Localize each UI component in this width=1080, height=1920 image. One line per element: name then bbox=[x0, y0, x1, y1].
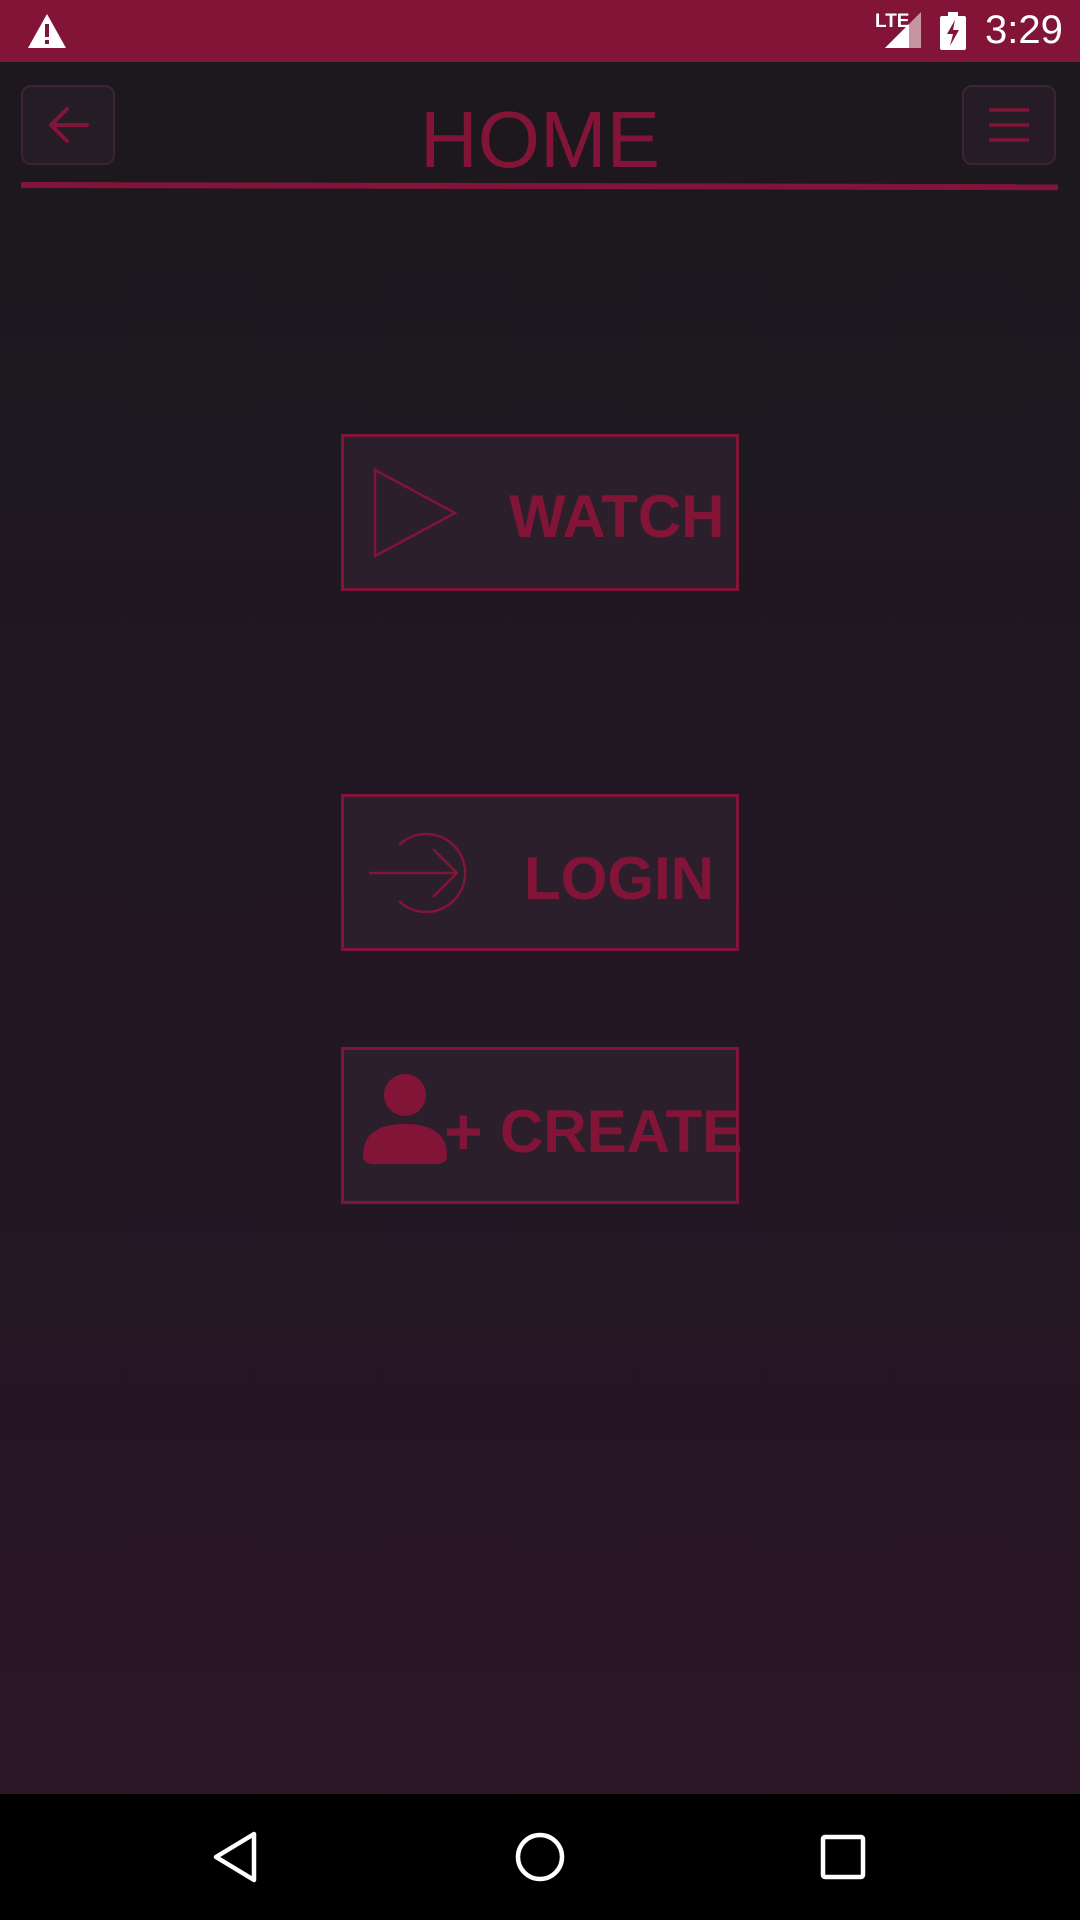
login-icon bbox=[369, 832, 467, 914]
create-label: CREATE bbox=[500, 1098, 743, 1165]
play-icon bbox=[373, 467, 458, 559]
alert-icon bbox=[28, 14, 66, 48]
nav-home-icon bbox=[515, 1832, 565, 1882]
watch-button[interactable]: WATCH bbox=[341, 434, 739, 591]
create-plus-sign: + bbox=[444, 1094, 483, 1168]
signal-icon bbox=[885, 12, 921, 48]
login-label: LOGIN bbox=[524, 845, 714, 912]
status-bar: LTE 3:29 bbox=[0, 0, 1080, 62]
header-divider bbox=[20, 182, 1059, 191]
navigation-bar bbox=[0, 1794, 1080, 1920]
hamburger-menu-icon bbox=[989, 108, 1029, 142]
nav-home-button[interactable] bbox=[505, 1822, 575, 1892]
clock: 3:29 bbox=[985, 8, 1063, 52]
add-user-icon bbox=[363, 1074, 447, 1164]
watch-label: WATCH bbox=[509, 483, 725, 550]
menu-button[interactable] bbox=[962, 85, 1056, 165]
login-button[interactable]: LOGIN bbox=[341, 794, 739, 951]
create-button[interactable]: + CREATE bbox=[341, 1047, 743, 1204]
battery-charging-icon bbox=[940, 12, 966, 50]
page-title: HOME bbox=[420, 95, 660, 184]
nav-back-button[interactable] bbox=[200, 1822, 270, 1892]
nav-recents-button[interactable] bbox=[808, 1822, 878, 1892]
nav-back-icon bbox=[213, 1831, 257, 1883]
nav-recents-icon bbox=[820, 1834, 866, 1880]
